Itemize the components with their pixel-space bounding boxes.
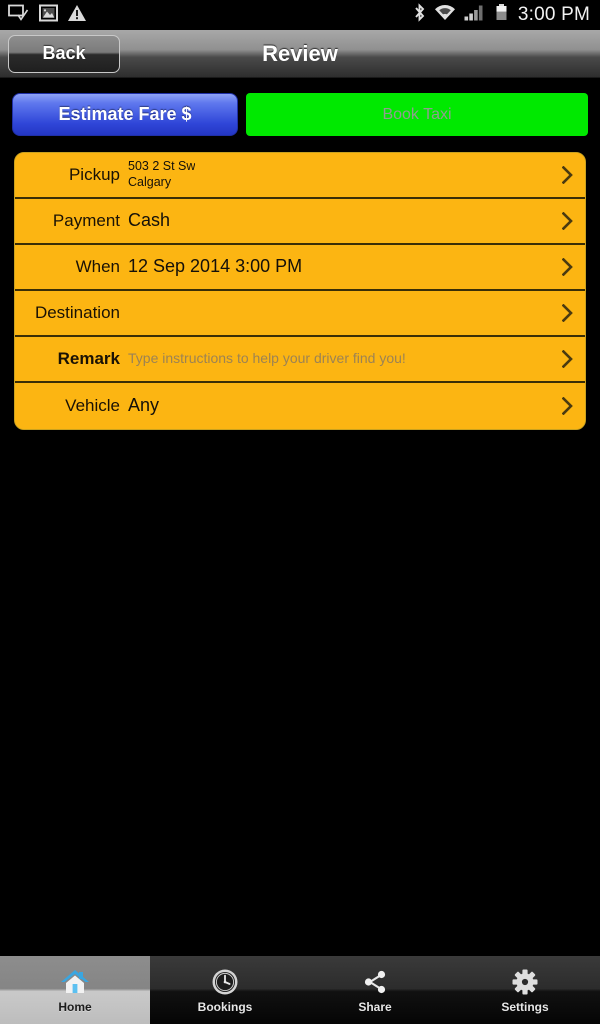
status-bar-left-icons [8, 4, 87, 27]
status-bar-clock: 3:00 PM [517, 4, 590, 25]
home-icon [60, 967, 90, 997]
tab-label-bookings: Bookings [197, 999, 253, 1014]
tab-share[interactable]: Share [300, 956, 450, 1024]
estimate-fare-button[interactable]: Estimate Fare $ [12, 93, 238, 136]
chevron-right-icon [561, 303, 573, 323]
tab-label-home: Home [58, 999, 92, 1014]
action-buttons: Estimate Fare $ Book Taxi [0, 78, 600, 136]
book-taxi-button[interactable]: Book Taxi [246, 93, 588, 136]
row-label-vehicle: Vehicle [65, 396, 120, 415]
form-row-destination[interactable]: Destination [15, 291, 585, 337]
form-row-remark[interactable]: Remark Type instructions to help your dr… [15, 337, 585, 383]
tab-label-share: Share [358, 999, 392, 1014]
message-check-icon [8, 4, 30, 27]
row-value-pickup: 503 2 St Sw Calgary [128, 159, 195, 190]
tab-settings[interactable]: Settings [450, 956, 600, 1024]
tab-bookings[interactable]: Bookings [150, 956, 300, 1024]
row-label-remark: Remark [57, 349, 120, 368]
form-row-vehicle[interactable]: Vehicle Any [15, 383, 585, 429]
wifi-icon [433, 3, 457, 27]
form-row-pickup[interactable]: Pickup 503 2 St Sw Calgary [15, 153, 585, 199]
row-label-payment: Payment [52, 211, 120, 230]
pickup-address-line1: 503 2 St Sw [128, 159, 196, 174]
share-icon [361, 967, 389, 997]
warning-triangle-icon [67, 4, 87, 27]
clock-icon [211, 967, 239, 997]
content-empty-area [0, 430, 600, 955]
chevron-right-icon [561, 257, 573, 277]
row-label-pickup: Pickup [68, 165, 120, 184]
row-value-payment: Cash [128, 211, 171, 231]
pickup-address-line2: Calgary [128, 175, 172, 189]
signal-bars-icon [464, 3, 488, 27]
row-value-when: 12 Sep 2014 3:00 PM [128, 257, 303, 277]
chevron-right-icon [561, 165, 573, 185]
picture-icon [39, 4, 58, 27]
chevron-right-icon [561, 396, 573, 416]
status-bar: 3:00 PM [0, 0, 600, 30]
row-label-destination: Destination [34, 303, 120, 322]
tab-home[interactable]: Home [0, 956, 150, 1024]
status-bar-right-icons: 3:00 PM [413, 3, 590, 27]
form-row-when[interactable]: When 12 Sep 2014 3:00 PM [15, 245, 585, 291]
row-label-when: When [75, 257, 120, 276]
back-button[interactable]: Back [8, 34, 120, 73]
row-value-vehicle: Any [128, 396, 160, 416]
bottom-tab-bar: Home Bookings Share Settings [0, 955, 600, 1024]
chevron-right-icon [561, 211, 573, 231]
app-screen: 3:00 PM Back Review Estimate Fare $ Book… [0, 0, 600, 1024]
battery-icon [495, 3, 508, 27]
form-row-payment[interactable]: Payment Cash [15, 199, 585, 245]
title-bar: Back Review [0, 30, 600, 78]
booking-form-panel: Pickup 503 2 St Sw Calgary Payment Cash … [14, 152, 586, 430]
row-value-remark: Type instructions to help your driver fi… [128, 351, 406, 367]
bluetooth-icon [413, 3, 426, 27]
chevron-right-icon [561, 349, 573, 369]
tab-label-settings: Settings [501, 999, 549, 1014]
gear-icon [511, 967, 539, 997]
